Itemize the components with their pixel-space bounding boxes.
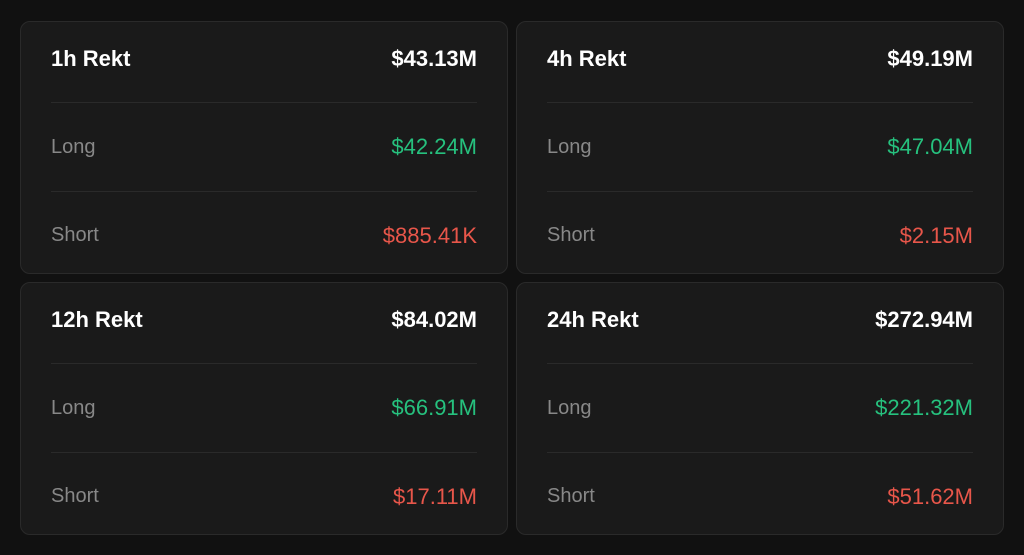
divider-top <box>547 363 973 364</box>
short-label: Short <box>51 224 99 247</box>
card-total: $84.02M <box>391 307 477 333</box>
short-row: Short $51.62M <box>547 484 973 510</box>
short-label: Short <box>51 485 99 508</box>
card-title: 12h Rekt <box>51 307 143 333</box>
long-label: Long <box>547 136 592 159</box>
short-row: Short $885.41K <box>51 223 477 249</box>
long-row: Long $42.24M <box>51 134 477 160</box>
short-value: $51.62M <box>887 484 973 510</box>
card-header-row: 4h Rekt $49.19M <box>547 46 973 72</box>
divider-top <box>51 363 477 364</box>
long-value: $47.04M <box>887 134 973 160</box>
long-row: Long $47.04M <box>547 134 973 160</box>
divider-middle <box>51 191 477 192</box>
divider-top <box>547 102 973 103</box>
short-label: Short <box>547 485 595 508</box>
card-header-row: 24h Rekt $272.94M <box>547 307 973 333</box>
long-value: $42.24M <box>391 134 477 160</box>
rekt-grid: 1h Rekt $43.13M Long $42.24M Short $885.… <box>12 13 1012 543</box>
card-4h: 4h Rekt $49.19M Long $47.04M Short $2.15… <box>516 21 1004 274</box>
short-label: Short <box>547 224 595 247</box>
divider-middle <box>51 452 477 453</box>
divider-middle <box>547 191 973 192</box>
long-value: $221.32M <box>875 395 973 421</box>
card-12h: 12h Rekt $84.02M Long $66.91M Short $17.… <box>20 282 508 535</box>
card-total: $49.19M <box>887 46 973 72</box>
card-1h: 1h Rekt $43.13M Long $42.24M Short $885.… <box>20 21 508 274</box>
card-title: 4h Rekt <box>547 46 626 72</box>
short-value: $2.15M <box>900 223 973 249</box>
short-row: Short $2.15M <box>547 223 973 249</box>
long-label: Long <box>51 136 96 159</box>
short-value: $17.11M <box>393 484 477 510</box>
card-header-row: 12h Rekt $84.02M <box>51 307 477 333</box>
long-label: Long <box>51 397 96 420</box>
card-total: $272.94M <box>875 307 973 333</box>
card-24h: 24h Rekt $272.94M Long $221.32M Short $5… <box>516 282 1004 535</box>
long-row: Long $66.91M <box>51 395 477 421</box>
long-row: Long $221.32M <box>547 395 973 421</box>
card-total: $43.13M <box>391 46 477 72</box>
short-row: Short $17.11M <box>51 484 477 510</box>
long-label: Long <box>547 397 592 420</box>
card-header-row: 1h Rekt $43.13M <box>51 46 477 72</box>
divider-top <box>51 102 477 103</box>
card-title: 1h Rekt <box>51 46 130 72</box>
card-title: 24h Rekt <box>547 307 639 333</box>
long-value: $66.91M <box>391 395 477 421</box>
divider-middle <box>547 452 973 453</box>
short-value: $885.41K <box>383 223 477 249</box>
